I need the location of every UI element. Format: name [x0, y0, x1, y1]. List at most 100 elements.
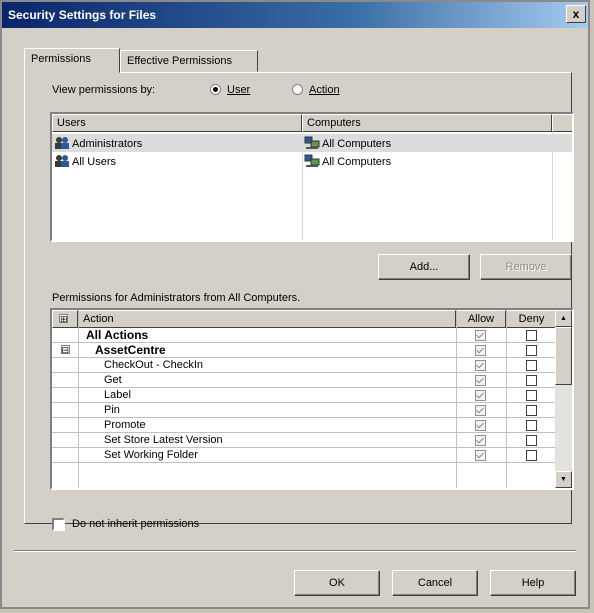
action-name: Set Working Folder [104, 449, 198, 461]
cancel-button[interactable]: Cancel [392, 570, 478, 596]
footer-divider [14, 550, 576, 552]
permission-row[interactable]: ⊟ AssetCentre [52, 343, 557, 358]
radio-user-indicator[interactable] [210, 84, 221, 95]
allow-checkbox[interactable] [475, 360, 486, 371]
row-expander-cell [52, 328, 78, 343]
allow-checkbox[interactable] [475, 375, 486, 386]
deny-checkbox[interactable] [526, 435, 537, 446]
computers-icon [304, 154, 320, 167]
users-list[interactable]: Users Computers Administrators All Compu… [50, 112, 574, 242]
remove-button-label: Remove [505, 261, 547, 273]
deny-checkbox[interactable] [526, 405, 537, 416]
allow-checkbox[interactable] [475, 450, 486, 461]
radio-action-label: Action [309, 84, 340, 96]
radio-action-indicator[interactable] [292, 84, 303, 95]
list-item[interactable]: Administrators All Computers [52, 134, 572, 152]
list-item[interactable]: All Users All Computers [52, 152, 572, 170]
expand-all-header[interactable]: ⊞ [52, 310, 78, 328]
computer-name: All Computers [322, 156, 392, 168]
computers-icon [304, 136, 320, 149]
user-cell: Administrators [52, 134, 302, 152]
deny-checkbox[interactable] [526, 390, 537, 401]
permissions-grid[interactable]: ⊞ Action Allow Deny All Actions ⊟ AssetCen… [50, 308, 574, 490]
do-not-inherit-label: Do not inherit permissions [72, 518, 200, 530]
collapse-icon[interactable]: ⊟ [60, 345, 70, 355]
expand-all-icon[interactable]: ⊞ [59, 314, 68, 324]
row-expander-cell [52, 433, 78, 448]
help-button[interactable]: Help [490, 570, 576, 596]
user-name: All Users [72, 156, 117, 168]
ok-button[interactable]: OK [294, 570, 380, 596]
column-header-allow[interactable]: Allow [456, 310, 506, 328]
add-button[interactable]: Add... [378, 254, 470, 280]
allow-checkbox[interactable] [475, 390, 486, 401]
column-header-filler [552, 114, 572, 132]
deny-checkbox[interactable] [526, 360, 537, 371]
help-button-label: Help [521, 577, 545, 589]
allow-checkbox[interactable] [475, 345, 486, 356]
row-expander-cell [52, 388, 78, 403]
allow-checkbox[interactable] [475, 435, 486, 446]
allow-checkbox[interactable] [475, 330, 486, 341]
action-name: CheckOut - CheckIn [104, 359, 204, 371]
do-not-inherit-checkbox[interactable] [52, 518, 65, 531]
permissions-label: Permissions for Administrators from All … [52, 292, 301, 304]
allow-checkbox[interactable] [475, 405, 486, 416]
permissions-scrollbar[interactable]: ▲ ▼ [555, 310, 572, 488]
row-expander-cell [52, 373, 78, 388]
permission-row[interactable]: Promote [52, 418, 557, 433]
permission-row[interactable]: Get [52, 373, 557, 388]
column-header-computers[interactable]: Computers [302, 114, 552, 132]
permission-row[interactable]: CheckOut - CheckIn [52, 358, 557, 373]
row-expander-cell [52, 403, 78, 418]
user-group-icon [55, 155, 69, 167]
action-name: AssetCentre [95, 343, 166, 357]
cancel-button-label: Cancel [417, 577, 453, 589]
close-button[interactable]: x [566, 5, 586, 23]
action-name: Promote [104, 419, 146, 431]
dialog-title: Security Settings for Files [8, 8, 157, 22]
computer-cell: All Computers [302, 134, 552, 152]
action-name: All Actions [86, 328, 149, 342]
permission-row[interactable]: Set Working Folder [52, 448, 557, 463]
remove-button[interactable]: Remove [480, 254, 572, 280]
deny-checkbox[interactable] [526, 375, 537, 386]
radio-user-label: User [227, 84, 251, 96]
action-name: Get [104, 374, 122, 386]
column-header-users[interactable]: Users [52, 114, 302, 132]
row-expander-cell [52, 448, 78, 463]
tab-effective-permissions[interactable]: Effective Permissions [120, 50, 258, 72]
action-name: Set Store Latest Version [104, 434, 223, 446]
radio-action[interactable]: Action [292, 84, 340, 96]
deny-checkbox[interactable] [526, 330, 537, 341]
permission-row[interactable]: All Actions [52, 328, 557, 343]
ok-button-label: OK [329, 577, 345, 589]
row-expander-cell [52, 358, 78, 373]
scroll-thumb[interactable] [555, 327, 572, 385]
view-permissions-by-label: View permissions by: [52, 84, 156, 96]
row-expander-cell [52, 418, 78, 433]
computer-name: All Computers [322, 138, 392, 150]
user-cell: All Users [52, 152, 302, 170]
permission-row[interactable]: Pin [52, 403, 557, 418]
scroll-up-button[interactable]: ▲ [555, 310, 572, 327]
computer-cell: All Computers [302, 152, 552, 170]
permission-row[interactable]: Label [52, 388, 557, 403]
security-settings-dialog: Security Settings for Files x Permission… [0, 0, 590, 609]
scroll-down-button[interactable]: ▼ [555, 471, 572, 488]
user-group-icon [55, 137, 69, 149]
deny-checkbox[interactable] [526, 420, 537, 431]
user-name: Administrators [72, 138, 143, 150]
permission-row[interactable]: Set Store Latest Version [52, 433, 557, 448]
tab-permissions[interactable]: Permissions [24, 48, 120, 73]
deny-checkbox[interactable] [526, 345, 537, 356]
row-expander-cell: ⊟ [52, 343, 78, 358]
radio-user[interactable]: User [210, 84, 250, 96]
column-header-action[interactable]: Action [78, 310, 456, 328]
column-header-deny[interactable]: Deny [506, 310, 557, 328]
deny-checkbox[interactable] [526, 450, 537, 461]
action-name: Pin [104, 404, 120, 416]
allow-checkbox[interactable] [475, 420, 486, 431]
add-button-label: Add... [409, 261, 439, 273]
title-bar[interactable]: Security Settings for Files x [2, 2, 588, 28]
